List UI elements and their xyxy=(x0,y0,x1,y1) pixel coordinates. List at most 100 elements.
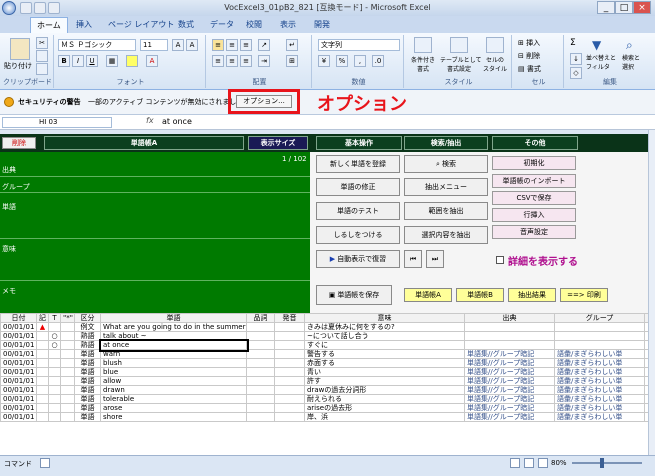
cell-star[interactable] xyxy=(60,376,75,386)
cell-group[interactable]: 語彙/まぎらわしい単 xyxy=(554,367,645,377)
font-size-select[interactable]: 11 xyxy=(140,39,168,51)
cell-pronunciation[interactable] xyxy=(274,340,305,350)
page-layout-view-icon[interactable] xyxy=(524,458,534,468)
cell-date[interactable]: 00/01/01 xyxy=(0,376,37,386)
cell-pronunciation[interactable] xyxy=(274,412,305,422)
table-row[interactable]: 00/01/01 単語 arose ariseの過去形 単語集//グループ暗記 語彙/まぎ… xyxy=(0,403,648,413)
cell-meaning[interactable]: 許す xyxy=(304,376,465,386)
last-record-icon[interactable]: ⏭ xyxy=(426,250,444,268)
conditional-format-button[interactable]: 条件付き 書式 xyxy=(406,55,440,73)
find-select-button[interactable]: 検索と 選択 xyxy=(622,53,640,71)
wrap-text-icon[interactable]: ↵ xyxy=(286,39,298,51)
cell-pronunciation[interactable] xyxy=(274,385,305,395)
cell-date[interactable]: 00/01/01 xyxy=(0,385,37,395)
align-top-icon[interactable]: ≡ xyxy=(212,39,224,51)
format-as-table-icon[interactable] xyxy=(450,37,468,53)
row-insert-button[interactable]: 行挿入 xyxy=(492,208,576,222)
mark-button[interactable]: しるしをつける xyxy=(316,226,400,244)
options-button[interactable]: オプション... xyxy=(236,95,292,108)
col-t[interactable]: T xyxy=(48,313,61,323)
register-word-button[interactable]: 新しく単語を登録 xyxy=(316,155,400,173)
selection-extract-button[interactable]: 選択内容を抽出 xyxy=(404,226,488,244)
cell-group[interactable]: 語彙/まぎらわしい単 xyxy=(554,376,645,386)
fx-icon[interactable]: fx xyxy=(146,116,154,125)
cell-source[interactable] xyxy=(464,322,555,332)
sort-filter-icon[interactable]: ▼ xyxy=(592,38,601,52)
cell-mark[interactable] xyxy=(36,349,49,359)
cell-meaning[interactable]: すぐに xyxy=(304,340,465,350)
cell-star[interactable] xyxy=(60,340,75,350)
cell-star[interactable] xyxy=(60,403,75,413)
cell-category[interactable]: 単語 xyxy=(74,349,101,359)
cell-source[interactable]: 単語集//グループ暗記 xyxy=(464,403,555,413)
cell-star[interactable] xyxy=(60,358,75,368)
cell-meaning[interactable]: 岸、浜 xyxy=(304,412,465,422)
cell-t[interactable] xyxy=(48,322,61,332)
currency-icon[interactable]: ¥ xyxy=(318,55,330,67)
cell-source[interactable]: 単語集//グループ暗記 xyxy=(464,367,555,377)
cell-word[interactable]: at once xyxy=(98,338,249,352)
increase-decimal-icon[interactable]: .0 xyxy=(372,55,384,67)
cell-word[interactable]: What are you going to do in the summer xyxy=(100,322,247,332)
zoom-slider[interactable] xyxy=(572,462,642,464)
audio-settings-button[interactable]: 音声設定 xyxy=(492,225,576,239)
conditional-format-icon[interactable] xyxy=(414,37,432,53)
bold-icon[interactable]: B xyxy=(58,55,70,67)
show-detail-checkbox[interactable] xyxy=(496,256,504,264)
cell-star[interactable] xyxy=(60,367,75,377)
cell-group[interactable]: 語彙/まぎらわしい単 xyxy=(554,394,645,404)
cell-pos[interactable] xyxy=(246,394,275,404)
format-painter-icon[interactable] xyxy=(36,63,48,75)
insert-cells-button[interactable]: ⊞ 挿入 xyxy=(518,38,540,48)
display-size-button[interactable]: 表示サイズ xyxy=(248,136,308,150)
extract-result-button[interactable]: 抽出結果 xyxy=(508,288,556,302)
table-row[interactable]: 00/01/01 ▲ 例文 What are you going to do in t… xyxy=(0,322,648,332)
align-left-icon[interactable]: ≡ xyxy=(212,55,224,67)
cell-mark[interactable]: ▲ xyxy=(36,322,49,332)
cell-source[interactable]: 単語集//グループ暗記 xyxy=(464,385,555,395)
cell-group[interactable] xyxy=(554,331,645,341)
table-row[interactable]: 00/01/01 単語 blush 赤面する 単語集//グループ暗記 語彙/まぎらわしい単 xyxy=(0,358,648,368)
font-name-select[interactable]: ＭＳ Ｐゴシック xyxy=(58,39,136,51)
tab-data[interactable]: データ xyxy=(204,17,240,33)
cell-meaning[interactable]: 警告する xyxy=(304,349,465,359)
zoom-slider-handle[interactable] xyxy=(600,458,604,468)
cell-category[interactable]: 単語 xyxy=(74,358,101,368)
cell-category[interactable]: 単語 xyxy=(74,376,101,386)
cell-word[interactable]: warn xyxy=(100,349,247,359)
cell-mark[interactable] xyxy=(36,376,49,386)
cell-pos[interactable] xyxy=(246,322,275,332)
cell-star[interactable] xyxy=(60,322,75,332)
tab-insert[interactable]: 挿入 xyxy=(70,17,98,33)
merge-icon[interactable]: ⊞ xyxy=(286,55,298,67)
percent-icon[interactable]: % xyxy=(336,55,348,67)
autosum-icon[interactable]: Σ xyxy=(570,38,576,48)
table-row[interactable]: 00/01/01 単語 warn 警告する 単語集//グループ暗記 語彙/まぎらわしい単 xyxy=(0,349,648,359)
cell-date[interactable]: 00/01/01 xyxy=(0,358,37,368)
cell-t[interactable] xyxy=(48,367,61,377)
import-button[interactable]: 単語帳のインポート xyxy=(492,174,576,188)
cell-group[interactable]: 語彙/まぎらわしい単 xyxy=(554,385,645,395)
shrink-font-icon[interactable]: A xyxy=(186,39,198,51)
search-button[interactable]: ⌕ 検索 xyxy=(404,155,488,173)
cell-pos[interactable] xyxy=(246,403,275,413)
tab-developer[interactable]: 開発 xyxy=(308,17,336,33)
cell-meaning[interactable]: 耐えられる xyxy=(304,394,465,404)
cell-styles-button[interactable]: セルの スタイル xyxy=(480,55,510,73)
cell-t[interactable]: ○ xyxy=(48,340,61,350)
align-middle-icon[interactable]: ≡ xyxy=(226,39,238,51)
cell-meaning[interactable]: drawの過去分詞形 xyxy=(304,385,465,395)
cell-t[interactable] xyxy=(48,376,61,386)
cell-meaning[interactable]: 赤面する xyxy=(304,358,465,368)
sort-filter-button[interactable]: 並べ替えと フィルタ xyxy=(586,53,616,71)
underline-icon[interactable]: U xyxy=(86,55,98,67)
cell-source[interactable] xyxy=(464,340,555,350)
cell-date[interactable]: 00/01/01 xyxy=(0,394,37,404)
tab-home[interactable]: ホーム xyxy=(30,17,68,33)
format-as-table-button[interactable]: テーブルとして 書式設定 xyxy=(440,55,481,73)
test-word-button[interactable]: 単語のテスト xyxy=(316,202,400,220)
cell-category[interactable]: 例文 xyxy=(74,322,101,332)
first-record-icon[interactable]: ⏮ xyxy=(404,250,422,268)
cell-mark[interactable] xyxy=(36,331,49,341)
table-row[interactable]: 00/01/01 単語 allow 許す 単語集//グループ暗記 語彙/まぎらわしい単 xyxy=(0,376,648,386)
